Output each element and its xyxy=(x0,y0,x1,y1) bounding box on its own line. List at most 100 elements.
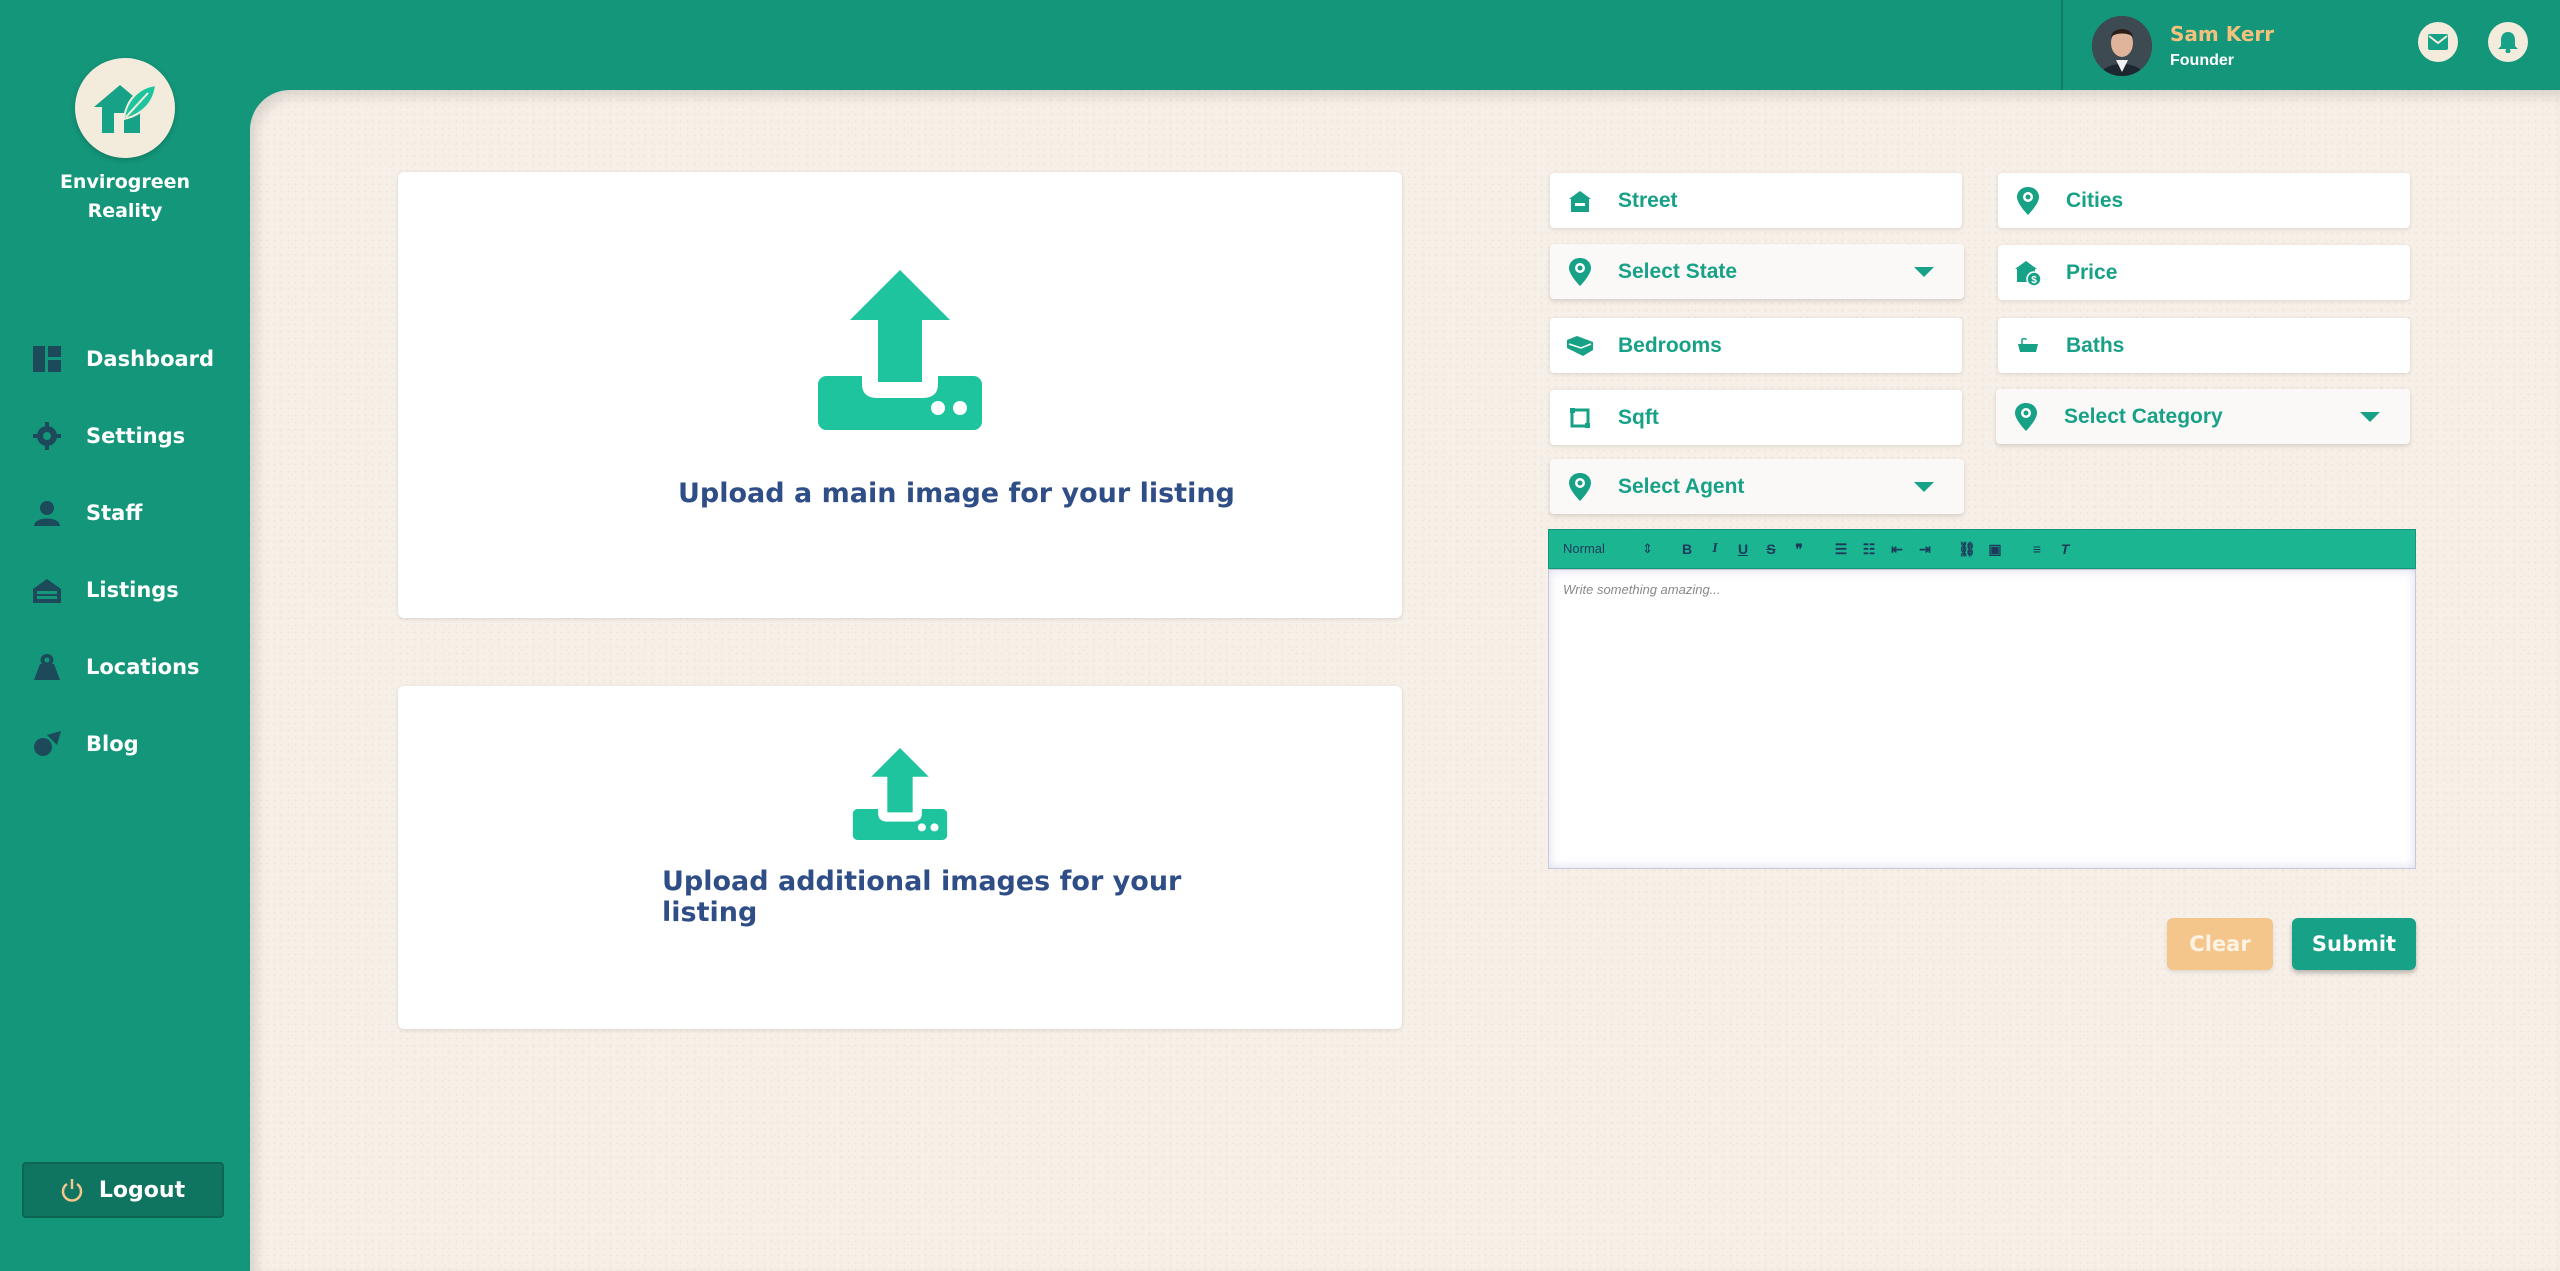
chevron-down-icon xyxy=(2360,412,2380,422)
indent-icon: ⇥ xyxy=(1919,540,1931,557)
italic-icon: I xyxy=(1712,541,1718,556)
sidebar-item-listings[interactable]: Listings xyxy=(0,551,250,628)
house-leaf-icon xyxy=(94,83,158,133)
outdent-icon: ⇤ xyxy=(1891,540,1903,557)
sqft-label: Sqft xyxy=(1618,405,1659,429)
price-label: Price xyxy=(2066,260,2118,284)
strike-icon: S xyxy=(1766,541,1776,557)
align-left-icon: ≡ xyxy=(2032,541,2042,557)
bedrooms-field[interactable]: Bedrooms xyxy=(1550,318,1962,373)
listings-icon xyxy=(32,575,62,605)
chevron-down-icon xyxy=(1914,267,1934,277)
clear-button[interactable]: Clear xyxy=(2167,918,2273,970)
underline-button[interactable]: U xyxy=(1729,537,1757,561)
sidebar-item-staff[interactable]: Staff xyxy=(0,474,250,551)
editor-body[interactable]: Write something amazing... xyxy=(1548,569,2416,869)
updown-icon: ⇕ xyxy=(1642,541,1653,556)
clear-button-label: Clear xyxy=(2189,932,2251,956)
brand-name: Envirogreen Reality xyxy=(0,168,250,226)
bold-button[interactable]: B xyxy=(1673,537,1701,561)
user-name: Sam Kerr xyxy=(2170,22,2275,46)
notifications-button[interactable] xyxy=(2488,22,2528,62)
align-button[interactable]: ≡ xyxy=(2023,537,2051,561)
clear-format-icon: T xyxy=(2060,541,2070,557)
area-icon xyxy=(1566,404,1594,432)
location-pin-icon xyxy=(2012,402,2040,431)
sidebar-item-dashboard[interactable]: Dashboard xyxy=(0,320,250,397)
bathtub-icon xyxy=(2014,332,2042,360)
user-role: Founder xyxy=(2170,52,2234,69)
messages-button[interactable] xyxy=(2418,22,2458,62)
sidebar-item-blog[interactable]: Blog xyxy=(0,705,250,782)
clear-format-button[interactable]: T xyxy=(2051,537,2079,561)
location-pin-icon xyxy=(2014,186,2042,215)
bold-icon: B xyxy=(1681,541,1693,557)
strike-button[interactable]: S xyxy=(1757,537,1785,561)
editor-placeholder: Write something amazing... xyxy=(1563,582,1721,597)
brand-logo[interactable] xyxy=(75,58,175,158)
profile-text: Sam Kerr Founder xyxy=(2170,22,2274,70)
additional-images-upload-text-line2: listing xyxy=(662,897,758,928)
image-button[interactable]: ▣ xyxy=(1981,537,2009,561)
link-button[interactable]: ⛓ xyxy=(1953,537,1981,561)
mail-icon xyxy=(2428,34,2448,50)
sidebar-item-locations[interactable]: Locations xyxy=(0,628,250,705)
house-price-icon: $ xyxy=(2014,259,2042,287)
blockquote-button[interactable]: ❞ xyxy=(1785,537,1813,561)
user-profile[interactable]: Sam Kerr Founder xyxy=(2092,16,2274,76)
agent-select[interactable]: Select Agent xyxy=(1550,459,1964,514)
additional-images-upload-text-line1: Upload additional images for your xyxy=(662,866,1182,897)
sidebar-item-label: Staff xyxy=(86,500,143,525)
bedrooms-label: Bedrooms xyxy=(1618,333,1722,357)
brand: Envirogreen Reality xyxy=(0,58,250,226)
sqft-field[interactable]: Sqft xyxy=(1550,390,1962,445)
sidebar-item-label: Locations xyxy=(86,654,200,679)
italic-button[interactable]: I xyxy=(1701,537,1729,561)
location-icon xyxy=(32,652,62,682)
avatar xyxy=(2092,16,2152,76)
link-icon: ⛓ xyxy=(1958,540,1976,557)
street-field[interactable]: Street xyxy=(1550,173,1962,228)
bullet-list-icon: ☷ xyxy=(1862,540,1876,557)
editor-toolbar: Normal ⇕ B I U S ❞ ☰ ☷ ⇤ ⇥ ⛓ ▣ ≡ T xyxy=(1548,529,2416,569)
bell-icon xyxy=(2498,32,2518,53)
agent-select-value: Select Agent xyxy=(1618,474,1745,498)
main-image-upload[interactable]: Upload a main image for your listing xyxy=(398,172,1402,618)
sidebar: Envirogreen Reality Dashboard Settings S… xyxy=(0,0,250,1271)
category-select[interactable]: Select Category xyxy=(1996,389,2410,444)
topbar-divider xyxy=(2061,0,2063,90)
main-image-upload-text: Upload a main image for your listing xyxy=(678,478,1235,509)
outdent-button[interactable]: ⇤ xyxy=(1883,537,1911,561)
location-pin-icon xyxy=(1566,472,1594,501)
submit-button[interactable]: Submit xyxy=(2292,918,2416,970)
location-pin-icon xyxy=(1566,257,1594,286)
svg-text:$: $ xyxy=(2031,275,2037,286)
price-field[interactable]: $ Price xyxy=(1998,245,2410,300)
state-select[interactable]: Select State xyxy=(1550,244,1964,299)
brand-name-line1: Envirogreen xyxy=(59,171,191,193)
logout-button[interactable]: Logout xyxy=(22,1162,224,1218)
ordered-list-button[interactable]: ☰ xyxy=(1827,537,1855,561)
quote-icon: ❞ xyxy=(1795,540,1803,557)
power-icon xyxy=(61,1178,83,1202)
brand-name-line2: Reality xyxy=(87,200,163,222)
ordered-list-icon: ☰ xyxy=(1834,540,1848,557)
cities-label: Cities xyxy=(2066,188,2124,212)
bullet-list-button[interactable]: ☷ xyxy=(1855,537,1883,561)
cities-field[interactable]: Cities xyxy=(1998,173,2410,228)
indent-button[interactable]: ⇥ xyxy=(1911,537,1939,561)
gear-icon xyxy=(32,421,62,451)
street-label: Street xyxy=(1618,188,1678,212)
upload-icon xyxy=(852,748,948,840)
additional-images-upload[interactable]: Upload additional images for your listin… xyxy=(398,686,1402,1029)
category-select-value: Select Category xyxy=(2064,404,2223,428)
sidebar-item-label: Settings xyxy=(86,423,186,448)
description-editor: Normal ⇕ B I U S ❞ ☰ ☷ ⇤ ⇥ ⛓ ▣ ≡ T Write… xyxy=(1548,529,2416,869)
baths-field[interactable]: Baths xyxy=(1998,318,2410,373)
upload-icon xyxy=(818,270,982,430)
sidebar-item-settings[interactable]: Settings xyxy=(0,397,250,474)
dashboard-icon xyxy=(32,344,62,374)
format-select[interactable]: Normal ⇕ xyxy=(1563,541,1653,557)
baths-label: Baths xyxy=(2066,333,2125,357)
user-icon xyxy=(32,498,62,528)
